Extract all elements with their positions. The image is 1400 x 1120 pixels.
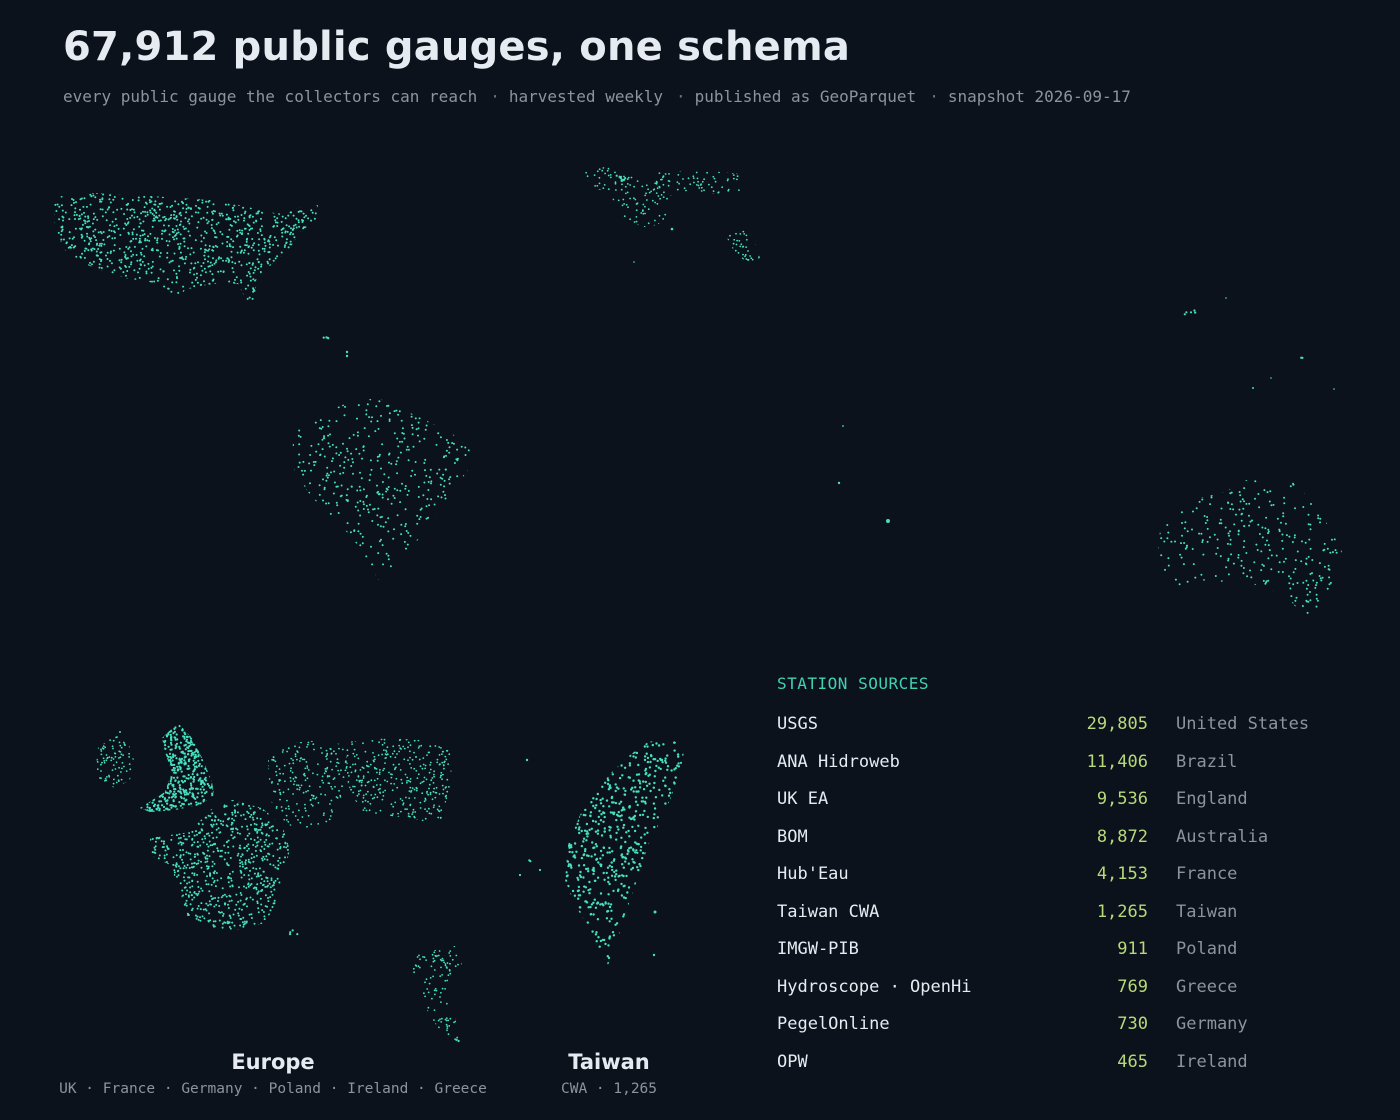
source-count: 1,265 [1096,901,1148,922]
brazil-dots [292,398,470,580]
source-row: Taiwan CWA 1,265 Taiwan [777,896,1317,934]
source-name: USGS [777,714,818,734]
source-country: Greece [1176,976,1238,997]
source-count: 730 [1117,1014,1148,1034]
ireland-dots [96,735,134,788]
legend-heading: STATION SOURCES [777,674,929,693]
france-dots [150,800,290,930]
england-dots [140,723,214,812]
source-row: PegelOnline 730 Germany [777,1008,1317,1046]
source-count: 9,536 [1096,789,1148,809]
source-country: Australia [1176,826,1269,847]
source-country: Ireland [1176,1051,1248,1072]
source-name: IMGW-PIB [777,939,859,959]
source-name: UK EA [777,789,829,809]
source-name: PegelOnline [777,1014,890,1034]
source-row: IMGW-PIB 911 Poland [777,933,1317,971]
greece-top-dots [726,230,760,262]
source-name: BOM [777,826,808,847]
source-country: Taiwan [1176,901,1238,922]
source-row: BOM 8,872 Australia [777,821,1317,859]
usa-dots [53,193,318,308]
taiwan-dots [565,738,684,965]
taiwan-label: Taiwan [568,1050,650,1074]
source-name: ANA Hidroweb [777,751,900,772]
source-count: 911 [1117,939,1148,959]
europe-sources: UK · France · Germany · Poland · Ireland… [59,1081,487,1097]
source-row: ANA Hidroweb 11,406 Brazil [777,746,1317,784]
source-country: Poland [1176,939,1238,959]
germany-dots [268,740,348,832]
source-row: Hub'Eau 4,153 France [777,858,1317,896]
source-count: 4,153 [1096,864,1148,884]
source-row: UK EA 9,536 England [777,783,1317,821]
source-row: OPW 465 Ireland [777,1046,1317,1084]
source-count: 11,406 [1086,751,1148,772]
source-country: United States [1176,714,1310,734]
source-country: Brazil [1176,751,1238,772]
europe-top-dots [585,166,742,228]
source-country: Germany [1176,1014,1248,1034]
source-name: Hub'Eau [777,864,849,884]
source-count: 29,805 [1086,714,1148,734]
poland-dots [345,738,452,826]
source-name: Taiwan CWA [777,901,880,922]
source-name: Hydroscope · OpenHi [777,976,972,997]
station-sources-table: USGS 29,805 United States ANA Hidroweb 1… [777,708,1317,1083]
source-count: 769 [1117,976,1148,997]
source-name: OPW [777,1051,808,1072]
europe-label: Europe [231,1050,315,1074]
source-country: England [1176,789,1248,809]
source-row: Hydroscope · OpenHi 769 Greece [777,971,1317,1009]
australia-dots [1158,476,1342,624]
source-country: France [1176,864,1238,884]
greece-dots [410,945,462,1042]
taiwan-sources: CWA · 1,265 [560,1081,658,1097]
source-row: USGS 29,805 United States [777,708,1317,746]
source-count: 465 [1117,1051,1148,1072]
source-count: 8,872 [1096,826,1148,847]
